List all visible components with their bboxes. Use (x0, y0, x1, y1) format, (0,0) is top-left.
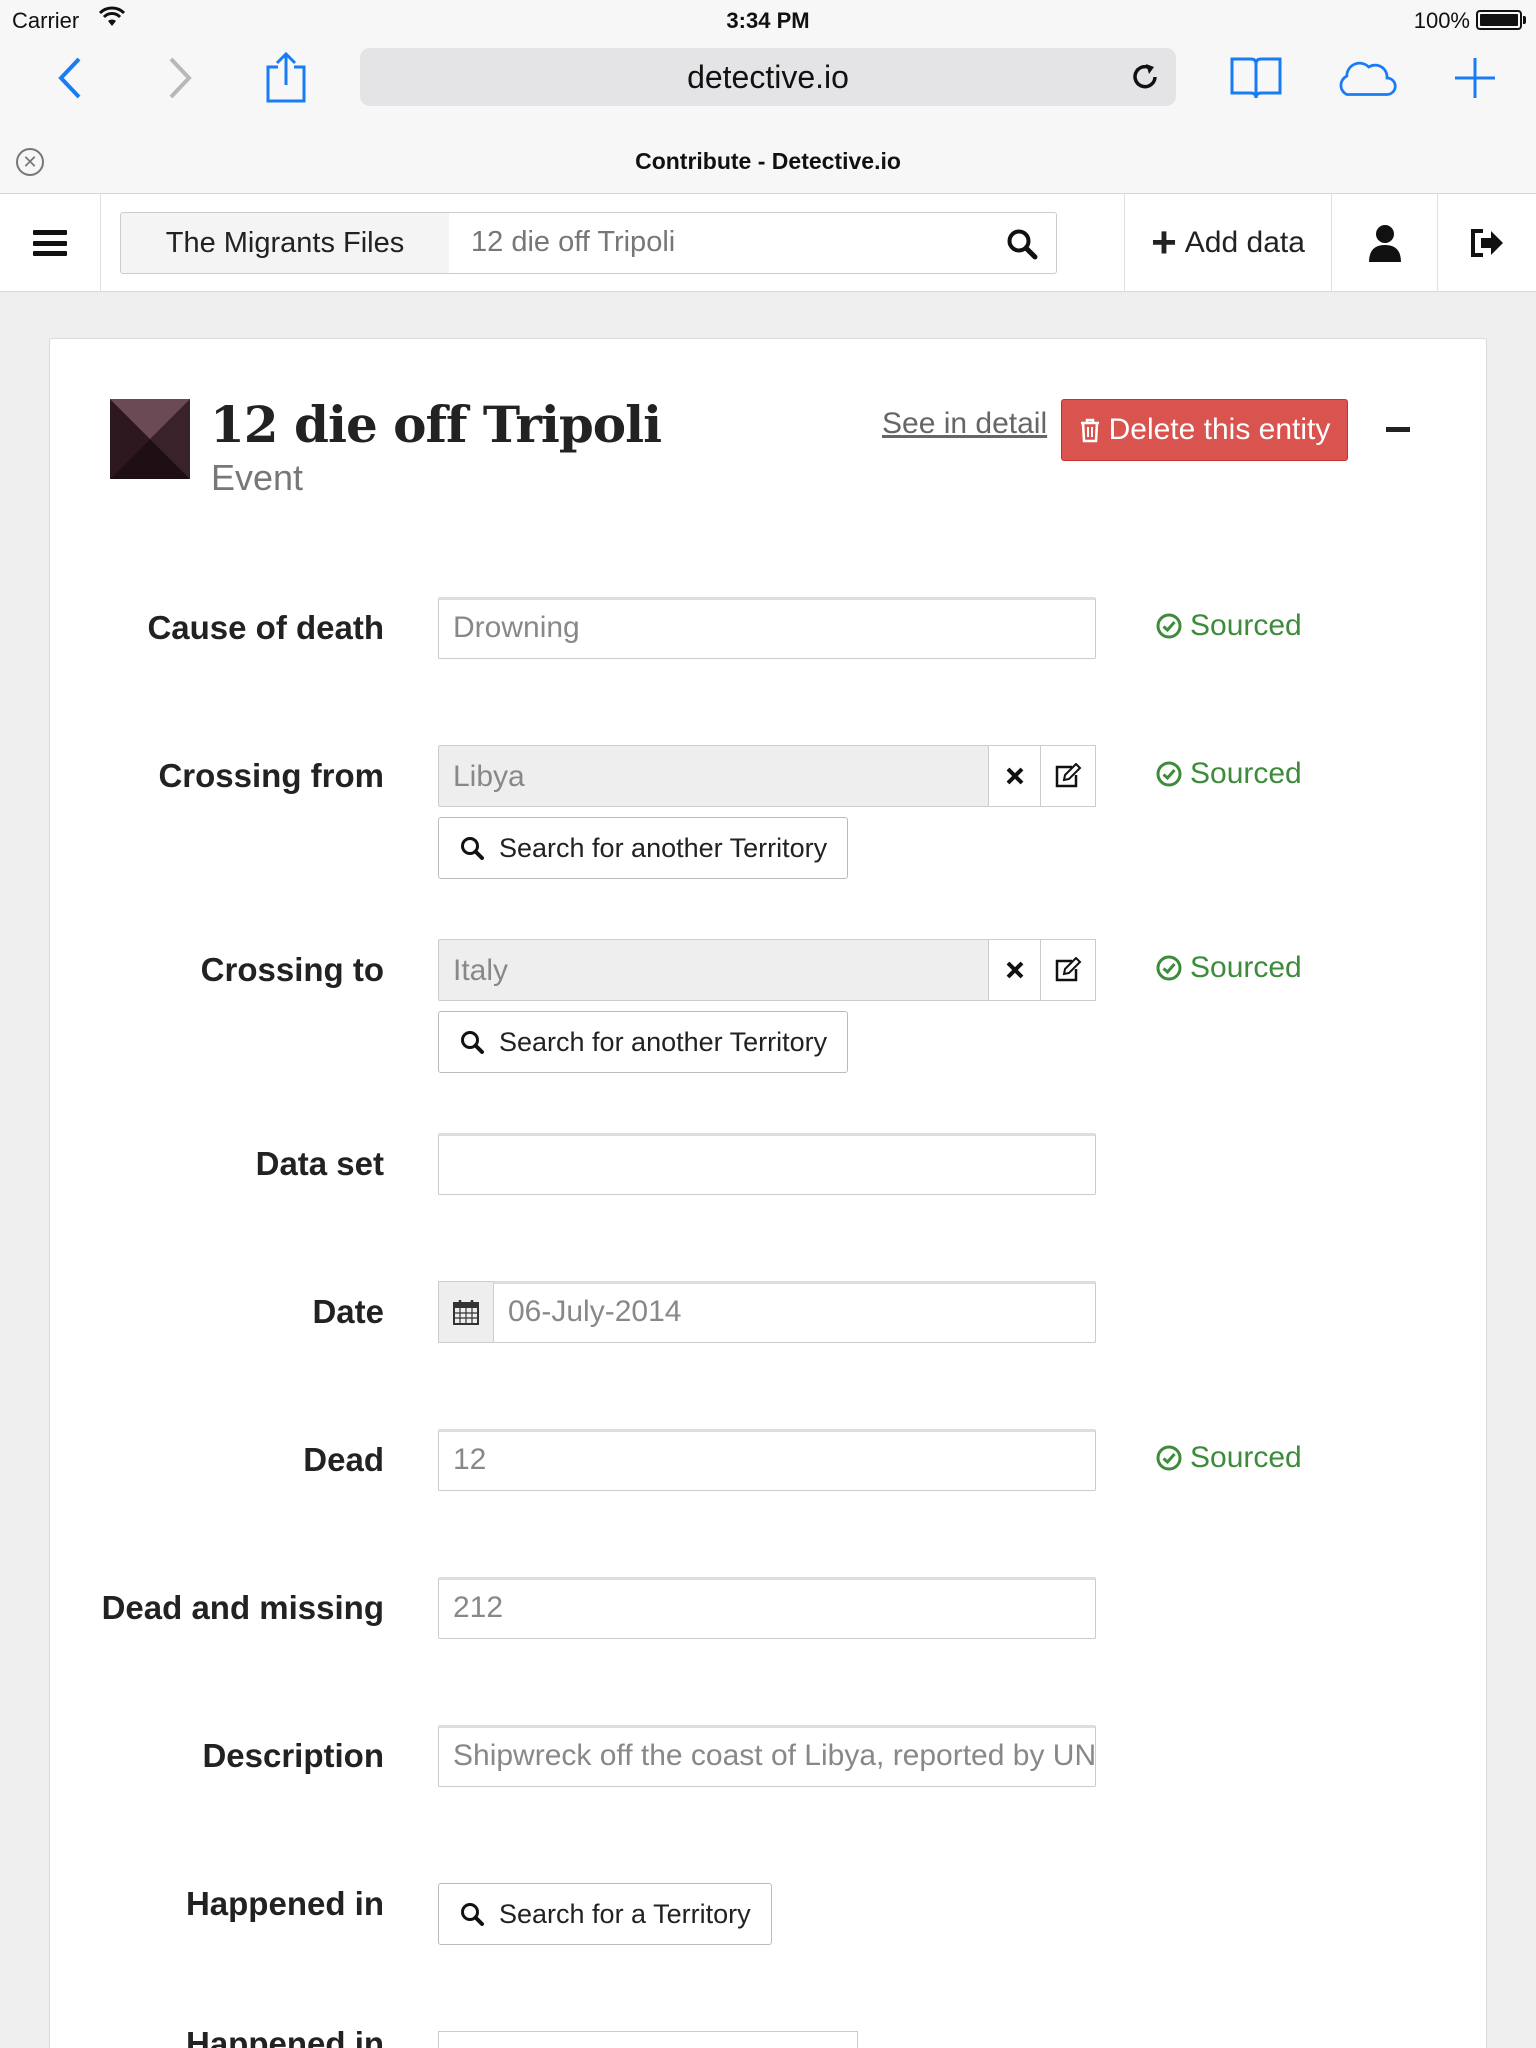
happened-in-search-button[interactable]: Search for a Territory (438, 1883, 772, 1945)
add-data-label: Add data (1184, 226, 1305, 259)
entity-logo (110, 399, 190, 479)
dead-status[interactable]: Sourced (1156, 1441, 1302, 1475)
cloud-icon[interactable] (1334, 48, 1398, 108)
check-circle-icon (1156, 613, 1182, 639)
search-button-label: Search for a Territory (499, 1898, 751, 1929)
edit-icon[interactable] (1040, 939, 1096, 1001)
battery-icon (1476, 10, 1526, 30)
search-icon (461, 837, 484, 860)
search-icon (461, 1903, 484, 1926)
battery-percent: 100% (1413, 8, 1470, 33)
next-field-partial[interactable] (438, 2031, 858, 2048)
check-circle-icon (1156, 1445, 1182, 1471)
search-button-label: Search for another Territory (499, 832, 828, 863)
data-set-field[interactable] (438, 1133, 1096, 1195)
calendar-icon[interactable] (438, 1281, 494, 1343)
trash-icon (1080, 418, 1099, 443)
add-data-button[interactable]: + Add data (1124, 194, 1331, 292)
status-label: Sourced (1190, 609, 1302, 642)
app-navbar: The Migrants Files + Add data (0, 194, 1536, 292)
clock: 3:34 PM (726, 8, 810, 33)
entity-card: 12 die off Tripoli Event See in detail D… (49, 338, 1487, 2048)
status-label: Sourced (1190, 1441, 1302, 1474)
label-dead: Dead (303, 1441, 384, 1478)
check-circle-icon (1156, 761, 1182, 787)
project-button[interactable]: The Migrants Files (120, 212, 450, 274)
menu-icon[interactable] (0, 194, 101, 292)
label-happened-in: Happened in (185, 1885, 384, 1922)
forward-icon[interactable] (148, 48, 212, 108)
status-bar: Carrier 3:34 PM 100% (0, 0, 1536, 40)
back-icon[interactable] (38, 48, 102, 108)
cause-of-death-status[interactable]: Sourced (1156, 609, 1302, 643)
tab-title: Contribute - Detective.io (635, 148, 901, 174)
check-circle-icon (1156, 955, 1182, 981)
delete-entity-button[interactable]: Delete this entity (1061, 399, 1348, 461)
crossing-from-field: Libya (438, 745, 989, 807)
label-next-partial: Happened in (186, 2025, 385, 2048)
status-label: Sourced (1190, 757, 1302, 790)
delete-label: Delete this entity (1108, 413, 1331, 446)
times-icon[interactable] (988, 745, 1041, 807)
new-tab-icon[interactable] (1443, 48, 1507, 108)
crossing-to-search-button[interactable]: Search for another Territory (438, 1011, 849, 1073)
minus-icon[interactable] (1386, 427, 1410, 432)
label-cause-of-death: Cause of death (147, 609, 384, 646)
crossing-from-status[interactable]: Sourced (1156, 757, 1302, 791)
search-icon[interactable] (1006, 228, 1038, 260)
date-field[interactable]: 06-July-2014 (493, 1281, 1096, 1343)
description-field[interactable]: Shipwreck off the coast of Libya, report… (438, 1725, 1096, 1787)
label-crossing-to: Crossing to (200, 951, 384, 988)
sign-out-icon[interactable] (1437, 194, 1536, 292)
plus-icon: + (1151, 218, 1177, 267)
label-date: Date (312, 1293, 384, 1330)
search-icon (461, 1031, 484, 1054)
status-label: Sourced (1190, 951, 1302, 984)
label-data-set: Data set (255, 1145, 384, 1182)
cause-of-death-field[interactable]: Drowning (438, 597, 1096, 659)
search-box (449, 212, 1057, 274)
crossing-to-status[interactable]: Sourced (1156, 951, 1302, 985)
dead-and-missing-field[interactable]: 212 (438, 1577, 1096, 1639)
crossing-from-search-button[interactable]: Search for another Territory (438, 817, 849, 879)
user-icon[interactable] (1331, 194, 1437, 292)
edit-icon[interactable] (1040, 745, 1096, 807)
share-icon[interactable] (254, 48, 318, 108)
entity-title: 12 die off Tripoli (210, 395, 662, 454)
browser-chrome: Carrier 3:34 PM 100% detective.io ✕ Cont… (0, 0, 1536, 194)
url-bar[interactable]: detective.io (360, 48, 1176, 106)
tab-row: ✕ Contribute - Detective.io (0, 138, 1536, 184)
dead-field[interactable]: 12 (438, 1429, 1096, 1491)
label-crossing-from: Crossing from (158, 757, 384, 794)
see-detail-link[interactable]: See in detail (882, 407, 1047, 441)
times-icon[interactable] (988, 939, 1041, 1001)
url-text: detective.io (687, 58, 849, 95)
crossing-to-field: Italy (438, 939, 989, 1001)
entity-type: Event (211, 457, 304, 498)
label-description: Description (202, 1737, 384, 1774)
search-button-label: Search for another Territory (499, 1026, 828, 1057)
reload-icon[interactable] (1126, 58, 1164, 96)
bookmarks-icon[interactable] (1224, 48, 1288, 108)
search-input[interactable] (449, 213, 989, 271)
label-dead-and-missing: Dead and missing (101, 1589, 384, 1626)
